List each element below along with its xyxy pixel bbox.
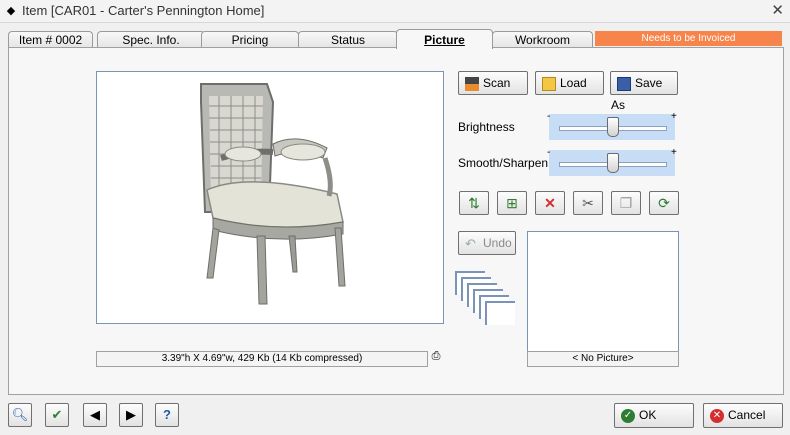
cancel-label: Cancel [728,408,766,422]
scissors-icon: ✂ [582,195,594,211]
check-icon: ✓ [621,408,635,423]
close-icon[interactable]: ✕ [771,1,784,19]
brightness-slider[interactable]: - + [547,111,677,140]
fit-button[interactable]: ⊞ [497,191,527,215]
sharpen-slider[interactable]: - + [547,147,677,176]
undo-button[interactable]: ↶ Undo [458,231,516,255]
thumbnail-caption: < No Picture> [527,351,679,367]
scan-button[interactable]: Scan [458,71,528,95]
thumbnail-preview[interactable] [527,231,679,353]
search-button[interactable]: 🔍︎ [8,403,32,427]
scan-label: Scan [483,76,511,90]
tab-workroom[interactable]: Workroom [492,31,593,48]
chair-picture [200,83,346,305]
ok-label: OK [639,408,657,422]
save-as-button[interactable]: Save As [610,71,678,112]
flip-button[interactable]: ⇅ [459,191,489,215]
cancel-button[interactable]: ✕ Cancel [703,403,783,428]
paste-icon: ⟳ [658,195,670,211]
image-preview[interactable] [96,71,444,324]
printer-icon[interactable]: ⎙ [428,350,444,364]
paste-button[interactable]: ⟳ [649,191,679,215]
chair-illustration [200,83,346,305]
copy-icon: ❐ [619,195,633,211]
tab-picture[interactable]: Picture [396,29,493,49]
load-button[interactable]: Load [535,71,604,95]
copy-button[interactable]: ❐ [611,191,641,215]
undo-label: Undo [483,236,512,250]
search-icon: 🔍︎ [11,407,29,422]
help-icon: ? [163,407,171,422]
sharpen-label: Smooth/Sharpen [458,156,549,170]
slider-min: - [547,111,551,122]
slider-max: + [671,111,677,122]
cancel-icon: ✕ [710,408,724,423]
slider-thumb[interactable] [607,153,619,173]
tab-spec-info[interactable]: Spec. Info. [97,31,205,48]
brightness-label: Brightness [458,120,515,134]
title-bar: ◆ Item [CAR01 - Carter's Pennington Home… [0,0,790,23]
next-button[interactable]: ▶ [119,403,143,427]
spellcheck-icon: ✔ [51,407,63,422]
scanner-icon [465,76,479,91]
slider-thumb[interactable] [607,117,619,137]
app-icon: ◆ [6,5,16,17]
tab-status[interactable]: Status [298,31,398,48]
previous-button[interactable]: ◀ [83,403,107,427]
ok-button[interactable]: ✓ OK [614,403,694,428]
slider-min: - [547,147,551,158]
spellcheck-button[interactable]: ✔ [45,403,69,427]
arrow-left-icon: ◀ [90,407,100,422]
cut-button[interactable]: ✂ [573,191,603,215]
arrow-right-icon: ▶ [126,407,136,422]
help-button[interactable]: ? [155,403,179,427]
folder-icon [542,76,556,91]
status-badge: Needs to be Invoiced [595,31,782,46]
image-info: 3.39"h X 4.69"w, 429 Kb (14 Kb compresse… [96,351,428,367]
tab-pricing[interactable]: Pricing [201,31,299,48]
tab-item[interactable]: Item # 0002 [8,31,93,48]
load-label: Load [560,76,587,90]
floppy-icon [617,76,631,91]
window-title: Item [CAR01 - Carter's Pennington Home] [22,3,265,18]
undo-icon: ↶ [465,235,476,251]
delete-button[interactable]: ✕ [535,191,565,215]
slider-max: + [671,147,677,158]
fit-icon: ⊞ [506,195,518,211]
delete-icon: ✕ [544,195,556,211]
flip-icon: ⇅ [468,195,480,211]
